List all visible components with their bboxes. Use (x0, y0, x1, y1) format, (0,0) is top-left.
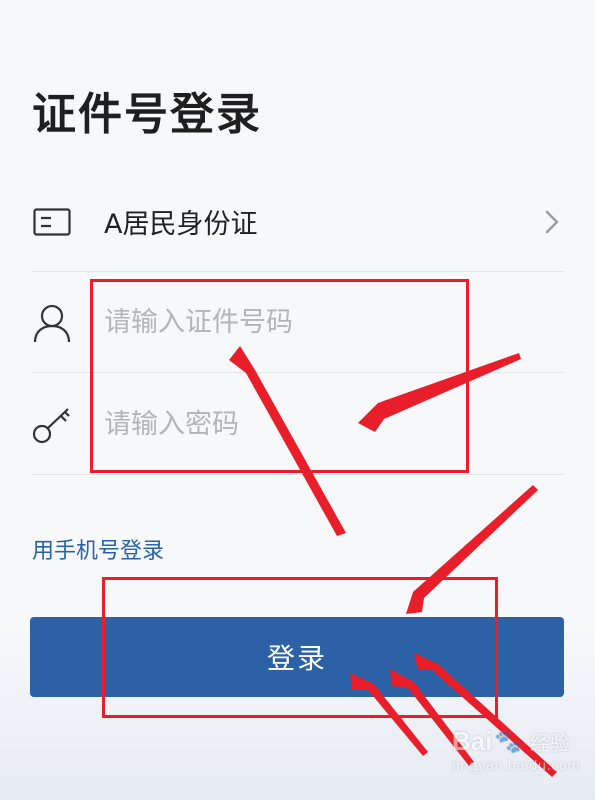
user-icon (32, 303, 72, 343)
id-card-icon (32, 202, 72, 242)
phone-login-link[interactable]: 用手机号登录 (32, 533, 164, 565)
key-icon (32, 405, 72, 445)
chevron-right-icon (540, 207, 564, 237)
login-button[interactable]: 登录 (30, 617, 564, 697)
password-row (32, 375, 564, 475)
page-title: 证件号登录 (32, 89, 262, 140)
watermark-brand-left: Bai (452, 726, 493, 756)
id-type-selector[interactable]: A居民身份证 (32, 172, 564, 272)
annotation-arrow (406, 485, 538, 614)
id-type-value: A居民身份证 (104, 209, 258, 240)
id-number-input[interactable] (104, 292, 564, 353)
baidu-jingyan-watermark: Bai 🐾 经验 jingyan.baidu.com (452, 726, 592, 796)
watermark-url: jingyan.baidu.com (452, 759, 581, 774)
password-input[interactable] (104, 394, 564, 455)
watermark-brand-right: 经验 (529, 733, 570, 755)
paw-icon: 🐾 (494, 728, 522, 754)
id-number-row (32, 273, 564, 373)
